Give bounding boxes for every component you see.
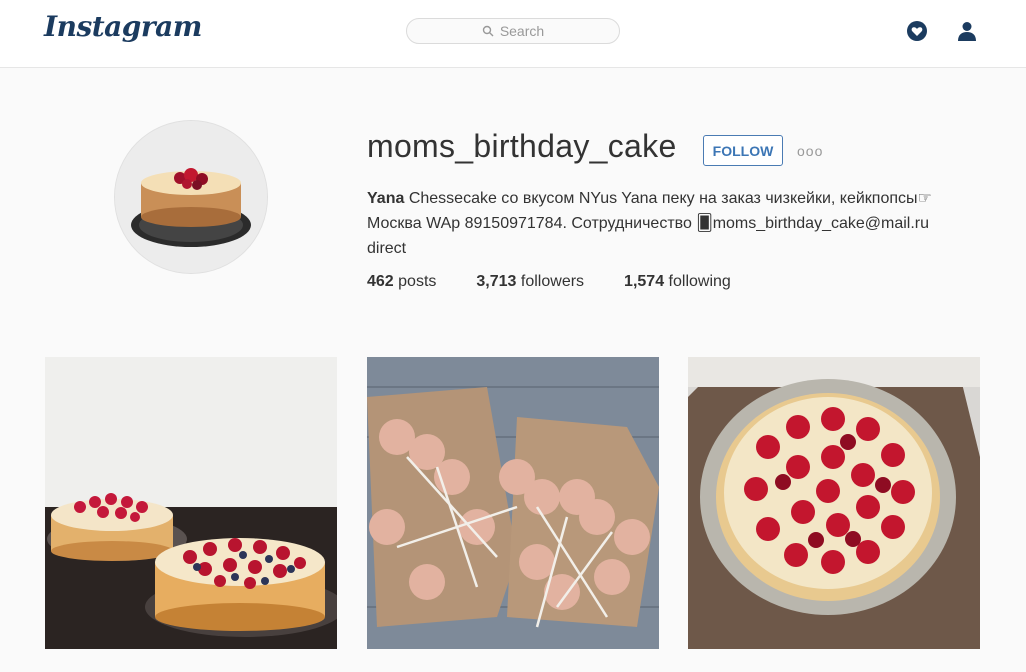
top-navigation-bar: Instagram Search [0,0,1026,68]
heart-icon[interactable] [906,20,928,42]
post-image-cakepops [367,357,659,649]
post-thumbnail-2[interactable] [367,357,659,649]
followers-stat[interactable]: 3,713 followers [476,273,584,291]
post-thumbnail-1[interactable] [45,357,337,649]
bio-text-1: Chessecake со вкусом NYus Yana пеку на з… [408,190,932,207]
bio-line-2: Москва WAp 89150971784. Сотрудничество 🂠… [367,215,930,232]
post-image-strawberry-cake [688,357,980,649]
profile-username: moms_birthday_cake [367,128,677,164]
bio-name: Yana [367,190,405,207]
search-placeholder: Search [499,23,545,39]
following-stat[interactable]: 1,574 following [624,273,731,291]
post-image-cheesecakes [45,357,337,649]
more-options-button[interactable]: ooo [797,143,825,159]
profile-icon[interactable] [956,20,978,42]
follow-button[interactable]: FOLLOW [703,135,783,166]
profile-bio: Yana Chessecake со вкусом NYus Yana пеку… [367,186,967,261]
search-input[interactable]: Search [406,18,620,44]
bio-line-1: Yana Chessecake со вкусом NYus Yana пеку… [367,186,967,211]
post-thumbnail-3[interactable] [688,357,980,649]
bio-line-3: direct [367,240,407,257]
posts-stat: 462 posts [367,273,437,290]
profile-stats: 462 posts 3,713 followers 1,574 followin… [367,273,731,291]
profile-avatar[interactable] [115,121,267,273]
avatar-cake-image [115,121,267,273]
search-icon [482,25,494,37]
instagram-logo[interactable]: Instagram [44,10,202,43]
